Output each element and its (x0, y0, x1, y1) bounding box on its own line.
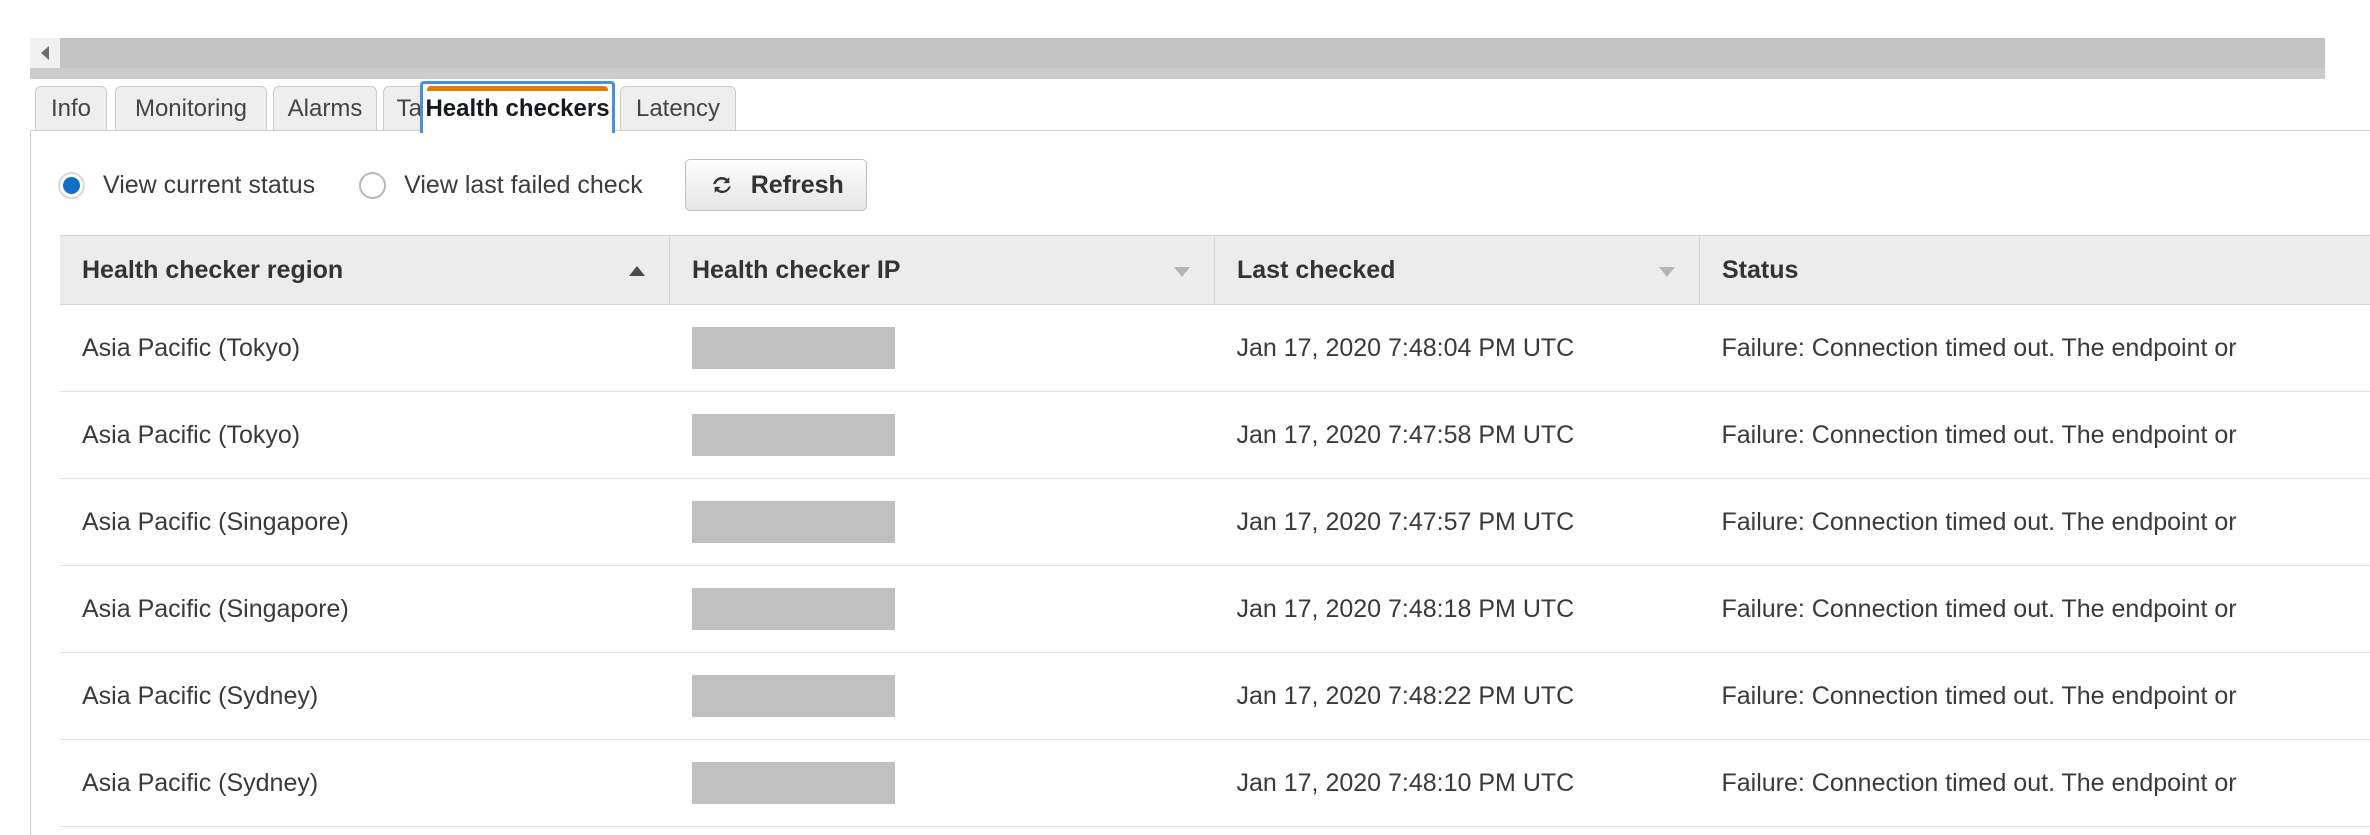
chevron-down-icon (1657, 256, 1677, 285)
scrollbar-underline (30, 68, 2325, 79)
refresh-icon (708, 171, 736, 199)
redacted-ip-box (691, 675, 895, 717)
tab-health-checkers[interactable]: Health checkers (420, 81, 615, 133)
cell-region: Asia Pacific (Sydney) (60, 739, 670, 827)
column-header-label: Last checked (1237, 255, 1396, 284)
chevron-left-icon (38, 44, 52, 62)
cell-region: Asia Pacific (Singapore) (60, 478, 670, 566)
content-left-edge (30, 131, 31, 835)
column-header-label: Status (1722, 255, 1799, 284)
cell-last-checked: Jan 17, 2020 7:48:18 PM UTC (1214, 565, 1700, 653)
table-row[interactable]: Asia Pacific (Singapore) Jan 17, 2020 7:… (60, 478, 2370, 566)
redacted-ip-box (691, 501, 895, 543)
cell-ip (669, 391, 1215, 479)
table-row[interactable]: Asia Pacific (Tokyo) Jan 17, 2020 7:48:0… (60, 304, 2370, 392)
chevron-down-icon (1172, 256, 1192, 285)
redacted-ip-box (691, 588, 895, 630)
cell-status: Failure: Connection timed out. The endpo… (1699, 826, 2370, 835)
table-row[interactable]: Asia Pacific (Sydney) Jan 17, 2020 7:48:… (60, 739, 2370, 827)
tab-label: Info (50, 95, 92, 122)
tab-label: Health checkers (425, 94, 610, 122)
cell-status: Failure: Connection timed out. The endpo… (1699, 391, 2370, 479)
table-row[interactable]: Asia Pacific (Singapore) Jan 17, 2020 7:… (60, 565, 2370, 653)
cell-status: Failure: Connection timed out. The endpo… (1699, 304, 2370, 392)
cell-status: Failure: Connection timed out. The endpo… (1699, 565, 2370, 653)
tab-monitoring[interactable]: Monitoring (115, 86, 267, 131)
cell-region: Asia Pacific (Sydney) (60, 652, 670, 740)
cell-ip (669, 826, 1215, 835)
column-header-health-checker-region[interactable]: Health checker region (60, 235, 670, 305)
table-row[interactable]: Asia Pacific (Tokyo) Jan 17, 2020 7:47:5… (60, 391, 2370, 479)
cell-last-checked: Jan 17, 2020 7:48:10 PM UTC (1214, 739, 1700, 827)
cell-status: Failure: Connection timed out. The endpo… (1699, 478, 2370, 566)
cell-last-checked: Jan 17, 2020 7:48:22 PM UTC (1214, 652, 1700, 740)
redacted-ip-box (691, 414, 895, 456)
cell-ip (669, 652, 1215, 740)
cell-status: Failure: Connection timed out. The endpo… (1699, 739, 2370, 827)
table-row[interactable]: EU (Ireland) Jan 17, 2020 7:48:15 PM UTC… (60, 826, 2370, 835)
cell-ip (669, 739, 1215, 827)
redacted-ip-box (691, 327, 895, 369)
radio-button-current-status[interactable] (58, 171, 85, 199)
radio-label-current-status: View current status (103, 170, 316, 199)
cell-last-checked: Jan 17, 2020 7:47:57 PM UTC (1214, 478, 1700, 566)
tab-latency[interactable]: Latency (620, 86, 736, 131)
cell-last-checked: Jan 17, 2020 7:48:15 PM UTC (1214, 826, 1700, 835)
cell-status: Failure: Connection timed out. The endpo… (1699, 652, 2370, 740)
radio-button-last-failed-check[interactable] (359, 171, 387, 199)
table-row[interactable]: Asia Pacific (Sydney) Jan 17, 2020 7:48:… (60, 652, 2370, 740)
radio-view-current-status[interactable]: View current status (58, 171, 315, 200)
cell-region: EU (Ireland) (60, 826, 670, 835)
health-checkers-panel: Info Monitoring Alarms Tags Health check… (0, 0, 2370, 835)
cell-region: Asia Pacific (Tokyo) (60, 391, 670, 479)
refresh-button[interactable]: Refresh (684, 159, 867, 211)
tab-info[interactable]: Info (35, 86, 107, 131)
refresh-button-label: Refresh (750, 170, 844, 199)
cell-region: Asia Pacific (Tokyo) (60, 304, 670, 392)
panel-body: Info Monitoring Alarms Tags Health check… (30, 30, 2370, 835)
tab-label: Latency (635, 95, 721, 122)
tab-label: Alarms (287, 95, 363, 122)
cell-last-checked: Jan 17, 2020 7:48:04 PM UTC (1214, 304, 1700, 392)
tab-label: Monitoring (134, 95, 248, 122)
redacted-ip-box (691, 762, 895, 804)
radio-label-last-failed-check: View last failed check (404, 170, 643, 199)
column-header-health-checker-ip[interactable]: Health checker IP (669, 235, 1215, 305)
scroll-left-arrow[interactable] (30, 38, 60, 68)
cell-ip (669, 478, 1215, 566)
column-header-label: Health checker IP (692, 255, 901, 284)
controls-row: View current status View last failed che… (30, 145, 2370, 225)
cell-ip (669, 304, 1215, 392)
table-head: Health checker region Health checker IP (60, 235, 2370, 305)
horizontal-scrollbar[interactable] (30, 38, 2325, 68)
tab-alarms[interactable]: Alarms (273, 86, 377, 131)
tab-baseline-divider (30, 130, 2370, 131)
cell-ip (669, 565, 1215, 653)
cell-last-checked: Jan 17, 2020 7:47:58 PM UTC (1214, 391, 1700, 479)
column-header-last-checked[interactable]: Last checked (1214, 235, 1700, 305)
table-header-row: Health checker region Health checker IP (60, 235, 2370, 305)
table-body: Asia Pacific (Tokyo) Jan 17, 2020 7:48:0… (60, 304, 2370, 835)
scrollbar-thumb[interactable] (60, 38, 2325, 68)
health-checkers-table: Health checker region Health checker IP (60, 235, 2370, 835)
cell-region: Asia Pacific (Singapore) (60, 565, 670, 653)
sort-ascending-icon (627, 256, 647, 285)
column-header-label: Health checker region (82, 255, 344, 284)
health-checkers-table-container: Health checker region Health checker IP (60, 235, 2370, 835)
tab-strip: Info Monitoring Alarms Tags Health check… (30, 79, 2370, 133)
radio-view-last-failed-check[interactable]: View last failed check (359, 171, 643, 200)
column-header-status[interactable]: Status (1699, 235, 2370, 305)
